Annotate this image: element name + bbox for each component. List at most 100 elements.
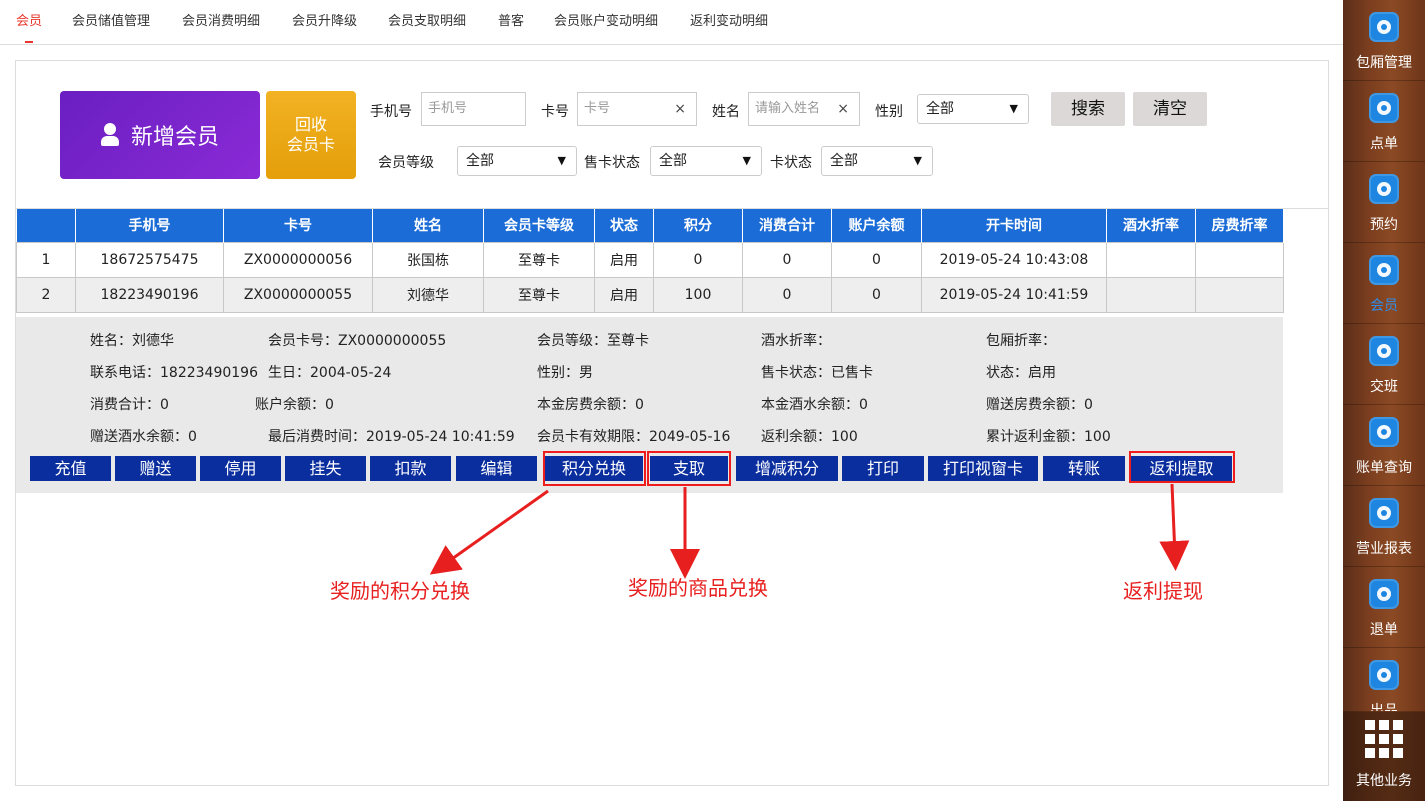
deduct-button[interactable]: 扣款 [370,456,451,481]
tab-rebate-change[interactable]: 返利变动明细 [690,0,768,45]
top-tabs: 会员 会员储值管理 会员消费明细 会员升降级 会员支取明细 普客 会员账户变动明… [0,0,1343,45]
sidebar-item-report[interactable]: 营业报表 [1343,486,1425,567]
gender-label: 性别 [875,104,903,120]
col-header-level: 会员卡等级 [483,209,595,242]
cell: ZX0000000056 [223,241,373,278]
detail-gift-drink: 赠送酒水余额：0 [90,429,197,445]
card-input[interactable]: 卡号 × [577,92,697,126]
tab-member[interactable]: 会员 [16,0,42,45]
cell: 100 [653,276,743,313]
sidebar-item-bill-query[interactable]: 账单查询 [1343,405,1425,486]
report-loss-button[interactable]: 挂失 [285,456,366,481]
tab-upgrade[interactable]: 会员升降级 [292,0,357,45]
chevron-down-icon: ▼ [913,154,922,167]
col-header-phone: 手机号 [75,209,224,242]
detail-level: 会员等级：至尊卡 [537,333,649,349]
sale-status-select[interactable]: 全部 ▼ [650,146,762,176]
recycle-label-2: 会员卡 [286,135,335,154]
sidebar-item-output[interactable]: 出品 [1343,648,1425,712]
phone-label: 手机号 [370,104,412,120]
detail-name: 姓名：刘德华 [90,333,174,349]
detail-last-consume: 最后消费时间：2019-05-24 10:41:59 [268,429,515,445]
col-header-index [16,209,76,242]
table-row[interactable]: 2 18223490196 ZX0000000055 刘德华 至尊卡 启用 10… [16,276,1284,313]
recharge-button[interactable]: 充值 [30,456,111,481]
tab-consume-detail[interactable]: 会员消费明细 [182,0,260,45]
gift-button[interactable]: 赠送 [115,456,196,481]
detail-card-no: 会员卡号：ZX0000000055 [268,333,447,349]
annotation-rebate-withdraw: 返利提现 [1123,579,1203,603]
clear-button[interactable]: 清空 [1133,92,1207,126]
reservation-icon [1369,174,1399,204]
grid-icon [1365,720,1403,758]
cell [1106,241,1196,278]
level-select[interactable]: 全部 ▼ [457,146,577,176]
sidebar-item-label: 会员 [1370,298,1398,314]
chevron-down-icon: ▼ [557,154,566,167]
disable-button[interactable]: 停用 [200,456,281,481]
cell: 2019-05-24 10:41:59 [921,276,1107,313]
tab-withdraw-detail[interactable]: 会员支取明细 [388,0,466,45]
transfer-button[interactable]: 转账 [1043,456,1125,481]
cell [1195,241,1284,278]
sidebar-item-refund[interactable]: 退单 [1343,567,1425,648]
phone-input[interactable]: 手机号 [421,92,526,126]
gender-select[interactable]: 全部 ▼ [917,94,1029,124]
print-button[interactable]: 打印 [842,456,924,481]
sidebar-other-business[interactable]: 其他业务 [1343,712,1425,801]
cell: 0 [831,241,922,278]
col-header-balance: 账户余额 [831,209,922,242]
card-status-select[interactable]: 全部 ▼ [821,146,933,176]
clear-name-icon[interactable]: × [837,93,849,125]
new-member-button[interactable]: 新增会员 [60,91,260,179]
cell: 0 [742,276,832,313]
name-input[interactable]: 请输入姓名 × [748,92,860,126]
cell: 刘德华 [372,276,484,313]
sidebar-item-label: 营业报表 [1356,541,1412,557]
cell: 1 [16,241,76,278]
tab-regular[interactable]: 普客 [498,0,524,45]
sidebar-item-reservation[interactable]: 预约 [1343,162,1425,243]
sidebar-item-member[interactable]: 会员 [1343,243,1425,324]
detail-gender: 性别：男 [537,365,593,381]
chevron-down-icon: ▼ [1009,102,1018,115]
room-icon [1369,12,1399,42]
detail-room-rate: 包厢折率： [986,333,1056,349]
clear-card-icon[interactable]: × [674,93,686,125]
cell: 至尊卡 [483,241,595,278]
sidebar-other-label: 其他业务 [1356,773,1412,789]
tab-account-change[interactable]: 会员账户变动明细 [554,0,658,45]
detail-principal-drink: 本金酒水余额：0 [761,397,868,413]
tab-stored-value[interactable]: 会员储值管理 [72,0,150,45]
card-label: 卡号 [541,104,569,120]
search-button[interactable]: 搜索 [1051,92,1125,126]
col-header-open-time: 开卡时间 [921,209,1107,242]
recycle-label-1: 回收 [294,115,327,134]
print-window-card-button[interactable]: 打印视窗卡 [928,456,1038,481]
highlight-box-rebate [1129,451,1235,483]
col-header-points: 积分 [653,209,743,242]
edit-button[interactable]: 编辑 [456,456,537,481]
name-label: 姓名 [712,104,740,120]
phone-placeholder: 手机号 [428,101,468,116]
sidebar-item-room-management[interactable]: 包厢管理 [1343,0,1425,81]
right-sidebar: 包厢管理 点单 预约 会员 交班 账单查询 营业报表 退单 出品 其他业务 [1343,0,1425,801]
highlight-box-withdraw [647,451,731,486]
col-header-drink-rate: 酒水折率 [1106,209,1196,242]
card-status-value: 全部 [830,153,858,169]
table-row[interactable]: 1 18672575475 ZX0000000056 张国栋 至尊卡 启用 0 … [16,241,1284,278]
sidebar-item-shift[interactable]: 交班 [1343,324,1425,405]
sidebar-item-order[interactable]: 点单 [1343,81,1425,162]
detail-principal-room: 本金房费余额：0 [537,397,644,413]
name-placeholder: 请输入姓名 [755,101,821,116]
recycle-card-button[interactable]: 回收 会员卡 [266,91,356,179]
gender-value: 全部 [926,101,954,117]
adjust-points-button[interactable]: 增减积分 [736,456,838,481]
detail-gift-room: 赠送房费余额：0 [986,397,1093,413]
order-icon [1369,93,1399,123]
sidebar-item-label: 退单 [1370,622,1398,638]
sidebar-item-label: 交班 [1370,379,1398,395]
sidebar-item-label: 账单查询 [1356,460,1412,476]
sale-status-value: 全部 [659,153,687,169]
cell: 2 [16,276,76,313]
